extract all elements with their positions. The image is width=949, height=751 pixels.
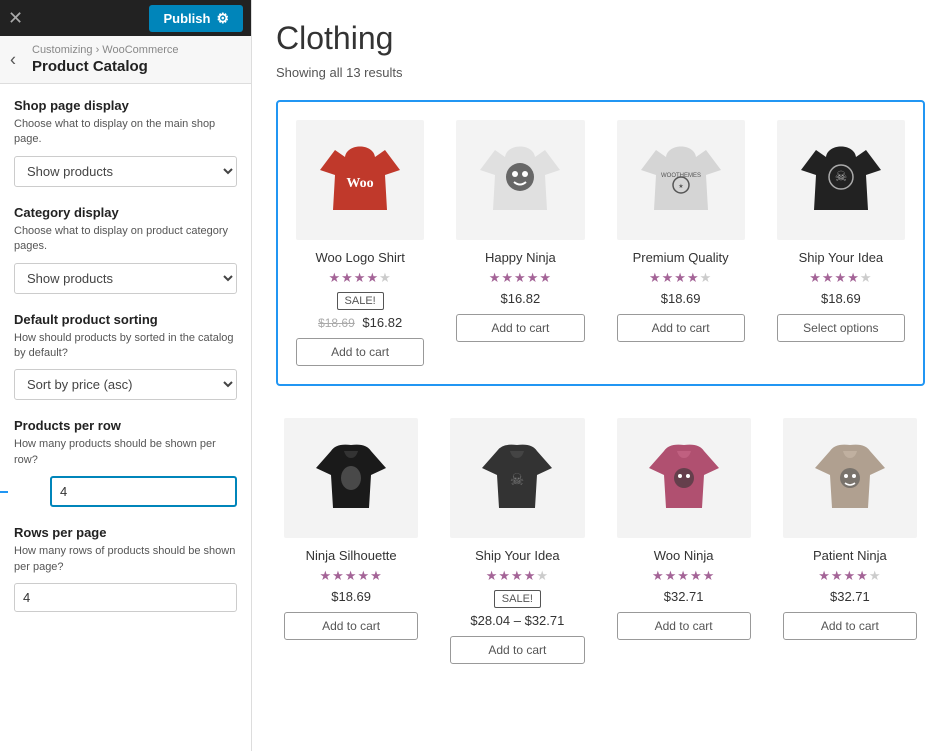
product-name: Ninja Silhouette [284,548,418,563]
product-image-woo-logo-shirt: Woo [296,120,424,240]
product-card-woo-ninja: Woo Ninja ★★★★★ $32.71 Add to cart [609,410,759,672]
svg-text:☠: ☠ [835,168,848,184]
product-price: $18.69 [777,291,905,306]
products-row-2: Ninja Silhouette ★★★★★ $18.69 Add to car… [276,410,925,672]
default-sorting-section: Default product sorting How should produ… [14,312,237,401]
product-price: $18.69 [617,291,745,306]
product-name: Patient Ninja [783,548,917,563]
product-name: Woo Ninja [617,548,751,563]
svg-text:Woo: Woo [347,176,374,191]
sale-badge: SALE! [337,292,384,310]
default-sorting-select[interactable]: Sort by price (asc) Sort by price (desc)… [14,369,237,400]
product-name: Ship Your Idea [777,250,905,265]
sidebar-content: Shop page display Choose what to display… [0,84,251,751]
add-to-cart-button[interactable]: Add to cart [450,636,584,664]
add-to-cart-button[interactable]: Add to cart [783,612,917,640]
category-display-select[interactable]: Show products Show categories Show both [14,263,237,294]
product-price: $18.69 $16.82 [296,315,424,330]
product-image-premium-quality: WOOTHEMES ★ [617,120,745,240]
sidebar-header: ✕ Publish ⚙ [0,0,251,36]
sidebar-breadcrumb-section: ‹ Customizing › WooCommerce Product Cata… [0,36,251,84]
product-name: Happy Ninja [456,250,584,265]
products-per-row-section: Products per row How many products shoul… [14,418,237,507]
product-image-patient-ninja [783,418,917,538]
product-image-ship-your-idea-hoodie: ☠ [450,418,584,538]
gear-icon: ⚙ [216,10,229,27]
product-price: $28.04 – $32.71 [450,613,584,628]
sidebar: ✕ Publish ⚙ ‹ Customizing › WooCommerce … [0,0,252,751]
product-card-premium-quality: WOOTHEMES ★ Premium Quality ★★★★★ $18.69… [609,112,753,374]
add-to-cart-button[interactable]: Add to cart [617,612,751,640]
arrow-indicator [0,480,10,504]
section-title: Product Catalog [32,58,239,75]
shop-page-display-section: Shop page display Choose what to display… [14,98,237,187]
star-rating: ★★★★★ [296,270,424,286]
add-to-cart-button[interactable]: Add to cart [456,314,584,342]
main-content: Clothing Showing all 13 results Woo Woo … [252,0,949,751]
products-per-row-input[interactable] [50,476,237,507]
default-sorting-desc: How should products by sorted in the cat… [14,331,237,362]
star-rating: ★★★★★ [777,270,905,286]
product-image-woo-ninja [617,418,751,538]
star-rating: ★★★★★ [284,568,418,584]
star-rating: ★★★★★ [450,568,584,584]
rows-per-page-desc: How many rows of products should be show… [14,544,237,575]
category-display-desc: Choose what to display on product catego… [14,224,237,255]
sale-badge: SALE! [494,590,541,608]
publish-button[interactable]: Publish ⚙ [149,5,243,32]
product-price: $16.82 [456,291,584,306]
svg-text:★: ★ [678,183,683,190]
product-price: $32.71 [617,589,751,604]
rows-per-page-section: Rows per page How many rows of products … [14,525,237,612]
product-card-ship-your-idea-hoodie: ☠ Ship Your Idea ★★★★★ SALE! $28.04 – $3… [442,410,592,672]
add-to-cart-button[interactable]: Add to cart [296,338,424,366]
product-image-ship-your-idea: ☠ [777,120,905,240]
product-image-ninja-silhouette [284,418,418,538]
products-per-row-desc: How many products should be shown per ro… [14,437,237,468]
product-card-happy-ninja: Happy Ninja ★★★★★ $16.82 Add to cart [448,112,592,374]
category-display-section: Category display Choose what to display … [14,205,237,294]
select-options-button[interactable]: Select options [777,314,905,342]
back-arrow-button[interactable]: ‹ [10,49,16,70]
product-card-woo-logo-shirt: Woo Woo Logo Shirt ★★★★★ SALE! $18.69 $1… [288,112,432,374]
star-rating: ★★★★★ [617,568,751,584]
shop-page-display-select[interactable]: Show products Show categories Show both [14,156,237,187]
shop-page-display-desc: Choose what to display on the main shop … [14,117,237,148]
breadcrumb: Customizing › WooCommerce [32,44,239,56]
product-card-ninja-silhouette: Ninja Silhouette ★★★★★ $18.69 Add to car… [276,410,426,672]
product-card-ship-your-idea: ☠ Ship Your Idea ★★★★★ $18.69 Select opt… [769,112,913,374]
product-card-patient-ninja: Patient Ninja ★★★★★ $32.71 Add to cart [775,410,925,672]
star-rating: ★★★★★ [456,270,584,286]
close-button[interactable]: ✕ [8,9,23,27]
star-rating: ★★★★★ [617,270,745,286]
product-name: Ship Your Idea [450,548,584,563]
product-price: $18.69 [284,589,418,604]
rows-per-page-input[interactable] [14,583,237,612]
star-rating: ★★★★★ [783,568,917,584]
results-count: Showing all 13 results [276,65,925,80]
products-per-row-title: Products per row [14,418,237,433]
products-row-1: Woo Woo Logo Shirt ★★★★★ SALE! $18.69 $1… [276,100,925,386]
product-image-happy-ninja [456,120,584,240]
product-name: Premium Quality [617,250,745,265]
shop-page-display-title: Shop page display [14,98,237,113]
publish-label: Publish [163,11,210,26]
product-price: $32.71 [783,589,917,604]
default-sorting-title: Default product sorting [14,312,237,327]
page-title: Clothing [276,20,925,57]
category-display-title: Category display [14,205,237,220]
rows-per-page-title: Rows per page [14,525,237,540]
svg-text:WOOTHEMES: WOOTHEMES [661,173,701,179]
products-per-row-container [14,476,237,507]
add-to-cart-button[interactable]: Add to cart [617,314,745,342]
add-to-cart-button[interactable]: Add to cart [284,612,418,640]
product-name: Woo Logo Shirt [296,250,424,265]
svg-text:☠: ☠ [510,472,524,489]
